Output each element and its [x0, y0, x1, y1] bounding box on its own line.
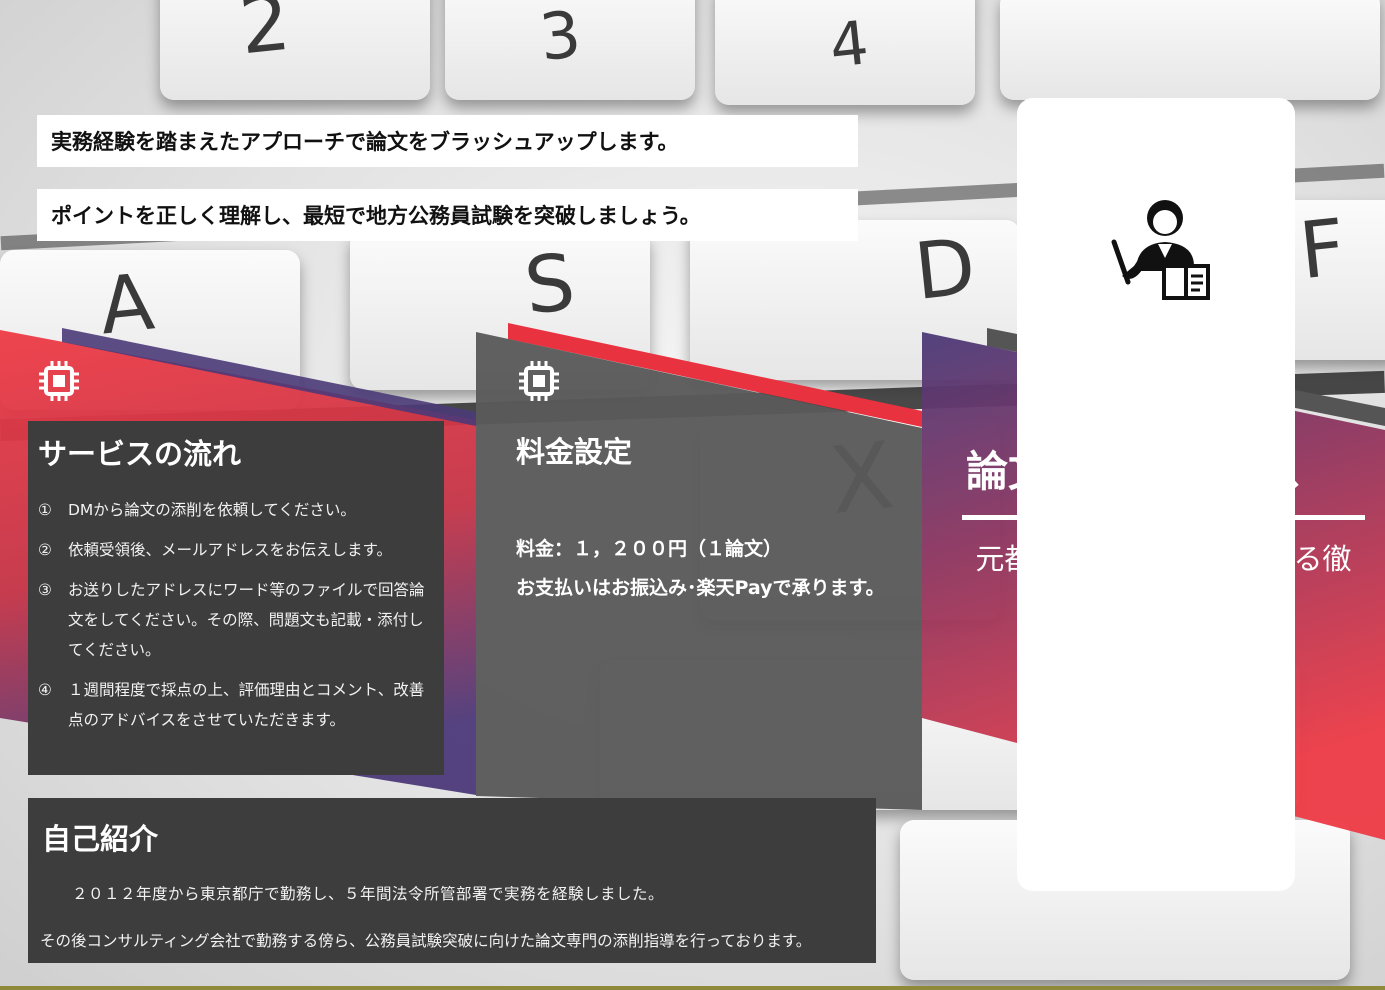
headline-2: ポイントを正しく理解し、最短で地方公務員試験を突破しましょう。: [37, 189, 858, 241]
chip-icon: [39, 361, 79, 401]
headline-1: 実務経験を踏まえたアプローチで論文をブラッシュアップします。: [37, 115, 858, 167]
pricing-title: 料金設定: [516, 435, 633, 469]
self-intro-line-1: ２０１２年度から東京都庁で勤務し、５年間法令所管部署で実務を経験しました。: [72, 885, 665, 903]
self-intro-title: 自己紹介: [42, 822, 159, 856]
bottom-border: [0, 986, 1385, 990]
step-number: ②: [38, 541, 52, 559]
self-intro-panel: 自己紹介 ２０１２年度から東京都庁で勤務し、５年間法令所管部署で実務を経験しまし…: [28, 798, 876, 963]
step-text: 依頼受領後、メールアドレスをお伝えします。: [68, 541, 392, 559]
step-number: ①: [38, 501, 52, 519]
service-flow-title: サービスの流れ: [38, 437, 242, 471]
chip-icon: [519, 361, 559, 401]
service-subtitle: 元都庁職員法規担当による徹底添削: [975, 542, 1352, 631]
service-flow-list: ① DMから論文の添削を依頼してください。 ② 依頼受領後、メールアドレスをお伝…: [38, 495, 434, 735]
self-intro-line-2: その後コンサルティング会社で勤務する傍ら、公務員試験突破に向けた論文専門の添削指…: [40, 932, 812, 950]
list-item: ① DMから論文の添削を依頼してください。: [38, 495, 434, 525]
pricing-payment: お支払いはお振込み･楽天Payで承ります。: [516, 577, 885, 599]
step-number: ④: [38, 681, 52, 699]
step-text: お送りしたアドレスにワード等のファイルで回答論文をしてください。その際、問題文も…: [68, 581, 425, 659]
list-item: ④ １週間程度で採点の上、評価理由とコメント、改善点のアドバイスをさせていただき…: [38, 675, 434, 735]
service-flow-panel: サービスの流れ ① DMから論文の添削を依頼してください。 ② 依頼受領後、メー…: [28, 421, 444, 775]
step-text: DMから論文の添削を依頼してください。: [68, 501, 356, 519]
pricing-fee: 料金：１，２００円（１論文）: [516, 538, 783, 560]
service-title: 論文添削サービス: [966, 447, 1303, 496]
list-item: ② 依頼受領後、メールアドレスをお伝えします。: [38, 535, 434, 565]
step-number: ③: [38, 581, 52, 599]
list-item: ③ お送りしたアドレスにワード等のファイルで回答論文をしてください。その際、問題…: [38, 575, 434, 665]
pricing-text: 料金：１，２００円（１論文） お支払いはお振込み･楽天Payで承ります。: [516, 530, 886, 608]
service-divider: [962, 515, 1365, 520]
teacher-icon: [1111, 200, 1210, 300]
step-text: １週間程度で採点の上、評価理由とコメント、改善点のアドバイスをさせていただきます…: [68, 681, 425, 729]
